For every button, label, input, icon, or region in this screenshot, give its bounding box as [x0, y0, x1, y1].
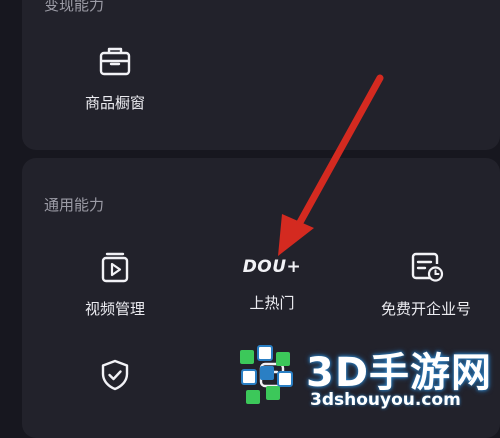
- shield-check-icon: [45, 358, 185, 396]
- video-management-icon: [45, 250, 185, 288]
- product-showcase-item[interactable]: 商品橱窗: [45, 44, 185, 113]
- hot-promotion-label: 上热门: [249, 294, 295, 312]
- watermark-logo-icon: [236, 344, 300, 412]
- enterprise-account-item[interactable]: 免费开企业号: [356, 250, 496, 319]
- calendar-clock-icon: [356, 250, 496, 288]
- section-title-general: 通用能力: [44, 196, 105, 214]
- video-management-item[interactable]: 视频管理: [45, 250, 185, 319]
- monetization-card: 变现能力 商品橱窗: [22, 0, 500, 150]
- security-item[interactable]: [45, 358, 185, 406]
- watermark-domain: 3dshouyou.com: [310, 390, 461, 410]
- watermark-3dshouyou: 3D手游网 3dshouyou.com: [236, 338, 500, 414]
- section-title-monetization: 变现能力: [44, 0, 105, 14]
- video-management-label: 视频管理: [84, 300, 145, 318]
- product-showcase-label: 商品橱窗: [84, 94, 145, 112]
- dou-plus-logo: DOU+: [242, 257, 302, 277]
- hot-promotion-item[interactable]: DOU+ 上热门: [202, 252, 342, 313]
- shopping-bag-icon: [45, 44, 185, 82]
- enterprise-account-label: 免费开企业号: [380, 300, 471, 318]
